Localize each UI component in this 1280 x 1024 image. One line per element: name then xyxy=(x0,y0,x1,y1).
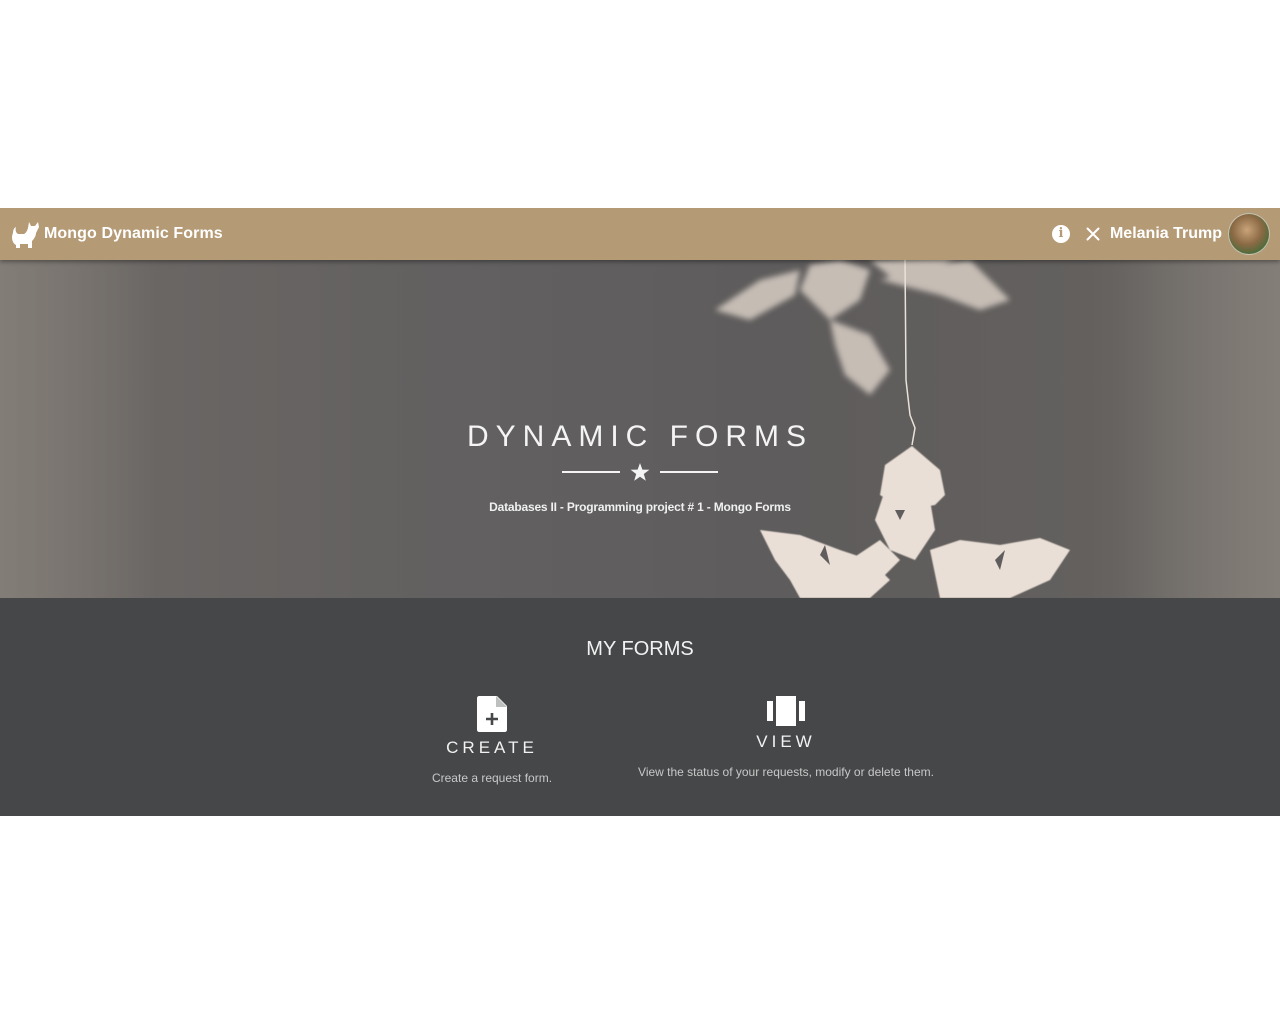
view-carousel-icon xyxy=(767,696,805,726)
hero-title: DYNAMIC FORMS xyxy=(467,420,813,453)
cat-icon xyxy=(12,222,39,248)
navbar-right-group: i Melania Trump xyxy=(1051,208,1270,260)
user-name[interactable]: Melania Trump xyxy=(1110,225,1222,243)
file-add-icon xyxy=(477,696,507,732)
info-icon[interactable]: i xyxy=(1051,225,1070,243)
my-forms-section: MY FORMS CREATE Create a request form. V… xyxy=(0,598,1280,816)
close-icon[interactable] xyxy=(1086,227,1100,241)
hero-banner: DYNAMIC FORMS Databases II - Programming… xyxy=(0,260,1280,598)
create-description: Create a request form. xyxy=(431,771,553,785)
view-title: VIEW xyxy=(756,732,816,751)
create-form-card[interactable]: CREATE Create a request form. xyxy=(392,696,592,787)
section-title: MY FORMS xyxy=(586,638,694,660)
hero-subtitle: Databases II - Programming project # 1 -… xyxy=(489,500,791,514)
view-forms-card[interactable]: VIEW View the status of your requests, m… xyxy=(636,696,936,781)
create-title: CREATE xyxy=(446,738,538,757)
brand-title: Mongo Dynamic Forms xyxy=(44,225,223,242)
star-icon xyxy=(630,463,650,481)
user-avatar[interactable] xyxy=(1228,213,1270,255)
brand-link[interactable]: Mongo Dynamic Forms xyxy=(10,219,223,249)
view-description: View the status of your requests, modify… xyxy=(638,765,934,779)
app-window: Mongo Dynamic Forms i Melania Trump DYNA… xyxy=(0,208,1280,816)
top-navbar: Mongo Dynamic Forms i Melania Trump xyxy=(0,208,1280,260)
star-divider xyxy=(562,463,718,481)
